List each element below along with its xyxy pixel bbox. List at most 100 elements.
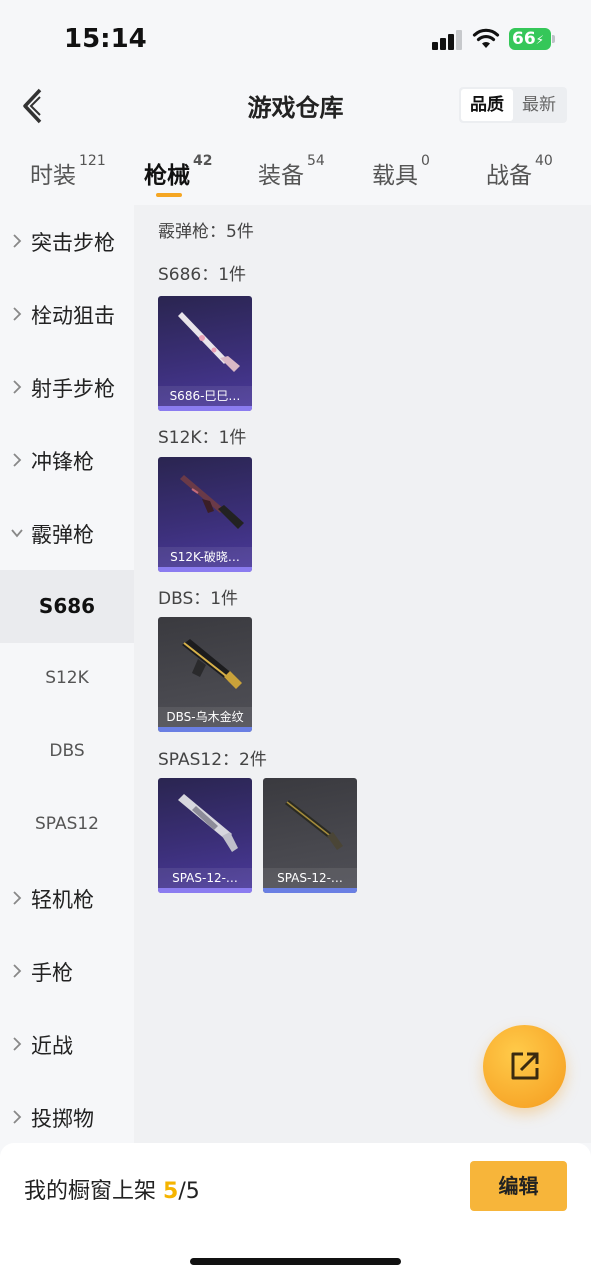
- nav-header: 游戏仓库 品质 最新: [0, 80, 591, 130]
- shotgun-skin-icon: [178, 794, 238, 852]
- tab-fashion[interactable]: 时装121: [30, 153, 106, 190]
- sidebar-item-melee[interactable]: 近战: [0, 1008, 134, 1081]
- weapon-name: DBS-乌木金纹: [158, 707, 252, 727]
- sidebar-item-label: 突击步枪: [31, 231, 115, 255]
- chevron-right-icon: [13, 234, 22, 248]
- chevron-right-icon: [13, 1037, 22, 1051]
- weapon-card[interactable]: S12K-破晓…: [158, 457, 252, 572]
- sidebar-item-marksman-rifle[interactable]: 射手步枪: [0, 351, 134, 424]
- chevron-right-icon: [13, 307, 22, 321]
- showcase-label: 我的橱窗上架: [24, 1179, 157, 1204]
- section-title-s12k: S12K：1件: [158, 428, 247, 448]
- sidebar-subitem-spas12[interactable]: SPAS12: [0, 789, 134, 862]
- tab-firearms[interactable]: 枪械42: [144, 153, 213, 190]
- tab-count: 54: [307, 153, 325, 169]
- external-share-icon: [511, 1052, 539, 1080]
- sidebar-item-assault-rifle[interactable]: 突击步枪: [0, 205, 134, 278]
- showcase-status: 我的橱窗上架 5/5: [24, 1173, 200, 1205]
- chevron-right-icon: [13, 1110, 22, 1124]
- shotgun-skin-icon: [182, 639, 242, 689]
- weapon-card[interactable]: SPAS-12-…: [158, 778, 252, 893]
- tab-vehicles[interactable]: 载具0: [372, 153, 430, 190]
- sidebar-item-label: 近战: [31, 1034, 73, 1058]
- tab-supplies[interactable]: 战备40: [486, 153, 553, 190]
- sidebar-item-bolt-sniper[interactable]: 栓动狙击: [0, 278, 134, 351]
- chevron-right-icon: [13, 380, 22, 394]
- sidebar-item-label: 冲锋枪: [31, 450, 94, 474]
- shotgun-skin-icon: [178, 312, 240, 372]
- sort-by-quality-button[interactable]: 品质: [461, 89, 513, 121]
- cellular-signal-icon: [432, 30, 464, 50]
- category-summary: 霰弹枪：5件: [158, 222, 254, 242]
- tab-count: 121: [79, 153, 106, 169]
- category-tabs: 时装121 枪械42 装备54 载具0 战备40: [0, 148, 591, 204]
- weapon-card[interactable]: S686-巳巳…: [158, 296, 252, 411]
- sidebar-item-label: DBS: [49, 741, 85, 761]
- showcase-count: 5: [163, 1179, 179, 1204]
- chevron-right-icon: [13, 891, 22, 905]
- tab-label: 战备: [486, 163, 532, 189]
- chevron-right-icon: [13, 453, 22, 467]
- weapon-category-sidebar: 突击步枪 栓动狙击 射手步枪 冲锋枪 霰弹枪 S686 S12K DBS SPA…: [0, 205, 134, 1143]
- rarity-bar: [158, 406, 252, 411]
- bottom-bar: 我的橱窗上架 5/5 编辑: [0, 1143, 591, 1280]
- shotgun-skin-icon: [285, 800, 343, 850]
- chevron-right-icon: [13, 964, 22, 978]
- tab-count: 40: [535, 153, 553, 169]
- sidebar-item-lmg[interactable]: 轻机枪: [0, 862, 134, 935]
- weapon-name: SPAS-12-…: [158, 868, 252, 888]
- weapon-card[interactable]: DBS-乌木金纹: [158, 617, 252, 732]
- battery-level: 66: [512, 29, 536, 49]
- weapon-name: SPAS-12-…: [263, 868, 357, 888]
- battery-icon: 66⚡: [509, 28, 551, 50]
- sidebar-item-label: SPAS12: [34, 814, 99, 834]
- sort-toggle: 品质 最新: [459, 87, 567, 123]
- chevron-left-icon: [23, 88, 42, 124]
- tab-count: 42: [193, 153, 213, 169]
- sidebar-item-label: 霰弹枪: [31, 523, 94, 547]
- weapon-name: S12K-破晓…: [158, 547, 252, 567]
- share-fab-button[interactable]: [483, 1025, 566, 1108]
- shotgun-skin-icon: [180, 475, 244, 529]
- sidebar-subitem-s12k[interactable]: S12K: [0, 643, 134, 716]
- sidebar-item-throwables[interactable]: 投掷物: [0, 1081, 134, 1143]
- rarity-bar: [158, 567, 252, 572]
- section-title-spas12: SPAS12：2件: [158, 750, 267, 770]
- sidebar-item-pistol[interactable]: 手枪: [0, 935, 134, 1008]
- sidebar-subitem-s686[interactable]: S686: [0, 570, 134, 643]
- showcase-total: /5: [178, 1179, 200, 1204]
- section-title-s686: S686：1件: [158, 265, 247, 285]
- chevron-down-icon: [11, 529, 23, 538]
- tab-count: 0: [421, 153, 430, 169]
- sidebar-item-label: 射手步枪: [31, 377, 115, 401]
- tab-label: 装备: [258, 163, 304, 189]
- tab-label: 载具: [372, 163, 418, 189]
- weapon-name: S686-巳巳…: [158, 386, 252, 406]
- sort-by-latest-button[interactable]: 最新: [513, 89, 565, 121]
- sidebar-subitem-dbs[interactable]: DBS: [0, 716, 134, 789]
- status-time: 15:14: [64, 24, 147, 54]
- home-indicator: [190, 1258, 401, 1265]
- weapon-list: 霰弹枪：5件 S686：1件 S686-巳巳… S12K：1件 S12K-破晓……: [134, 205, 591, 1143]
- tab-label: 时装: [30, 163, 76, 189]
- sidebar-item-label: 投掷物: [31, 1107, 94, 1131]
- edit-button[interactable]: 编辑: [470, 1161, 567, 1211]
- rarity-bar: [263, 888, 357, 893]
- sidebar-item-label: 轻机枪: [31, 888, 94, 912]
- tab-label: 枪械: [144, 163, 190, 189]
- rarity-bar: [158, 727, 252, 732]
- sidebar-item-smg[interactable]: 冲锋枪: [0, 424, 134, 497]
- active-tab-indicator: [156, 193, 182, 197]
- status-bar: 15:14 66⚡: [0, 0, 591, 80]
- back-button[interactable]: [16, 86, 52, 126]
- sidebar-item-label: S686: [38, 594, 96, 618]
- wifi-icon: [472, 28, 500, 48]
- tab-equipment[interactable]: 装备54: [258, 153, 325, 190]
- section-title-dbs: DBS：1件: [158, 589, 239, 609]
- sidebar-item-shotgun[interactable]: 霰弹枪: [0, 497, 134, 570]
- sidebar-item-label: 栓动狙击: [31, 304, 115, 328]
- weapon-card[interactable]: SPAS-12-…: [263, 778, 357, 893]
- sidebar-item-label: 手枪: [31, 961, 73, 985]
- rarity-bar: [158, 888, 252, 893]
- sidebar-item-label: S12K: [45, 668, 89, 688]
